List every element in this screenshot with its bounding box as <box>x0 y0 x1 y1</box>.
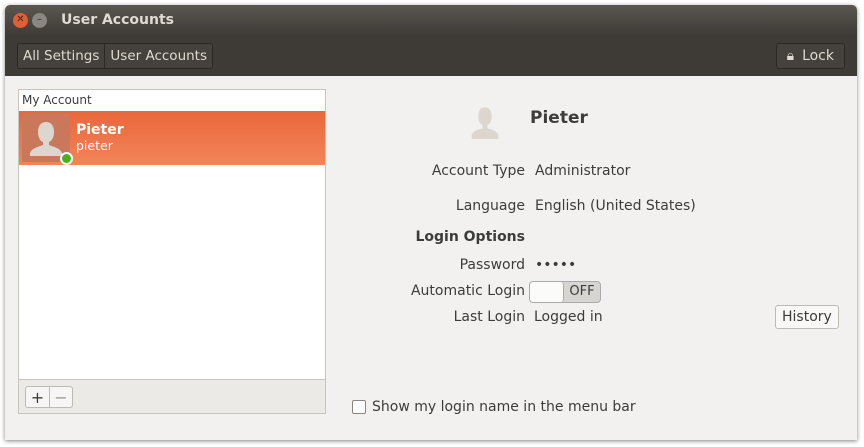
password-value[interactable]: ••••• <box>535 257 576 273</box>
show-login-name-label: Show my login name in the menu bar <box>372 399 636 415</box>
account-list-toolbar: + − <box>18 380 326 414</box>
account-list: My Account Pieter pieter <box>18 89 326 380</box>
online-status-icon <box>60 152 73 165</box>
language-label: Language <box>455 198 525 214</box>
breadcrumb-user-accounts[interactable]: User Accounts <box>105 44 212 68</box>
close-button[interactable]: ✕ <box>13 12 28 28</box>
lock-icon: 🔒︎ <box>786 47 795 64</box>
show-login-name-checkbox[interactable]: Show my login name in the menu bar <box>352 399 636 415</box>
user-full-name[interactable]: Pieter <box>530 108 588 128</box>
history-button[interactable]: History <box>775 305 839 329</box>
window-title: User Accounts <box>61 12 174 28</box>
toolbar: All Settings User Accounts 🔒︎ Lock <box>5 35 857 76</box>
account-type-label: Account Type <box>431 163 525 179</box>
language-value[interactable]: English (United States) <box>535 198 696 214</box>
breadcrumb: All Settings User Accounts <box>17 42 214 69</box>
account-list-header: My Account <box>22 93 92 107</box>
last-login-label: Last Login <box>453 309 525 325</box>
breadcrumb-all-settings[interactable]: All Settings <box>18 43 106 68</box>
toggle-state: OFF <box>569 284 595 299</box>
automatic-login-toggle[interactable]: OFF <box>529 281 601 303</box>
checkbox-box[interactable] <box>352 400 366 414</box>
lock-label: Lock <box>802 47 834 64</box>
password-label: Password <box>459 257 525 273</box>
automatic-login-label: Automatic Login <box>410 283 525 299</box>
user-login-name: pieter <box>76 138 113 153</box>
list-item-user[interactable]: Pieter pieter <box>19 111 325 165</box>
user-avatar-icon[interactable] <box>465 102 505 146</box>
last-login-value: Logged in <box>534 309 603 325</box>
login-options-heading: Login Options <box>415 229 525 245</box>
avatar <box>22 114 73 165</box>
add-user-button[interactable]: + <box>26 387 49 407</box>
minimize-button[interactable]: – <box>32 12 47 28</box>
user-display-name: Pieter <box>76 122 124 138</box>
title-bar: ✕ – User Accounts <box>5 5 857 35</box>
account-type-value[interactable]: Administrator <box>535 163 630 179</box>
remove-user-button[interactable]: − <box>49 387 72 407</box>
lock-button[interactable]: 🔒︎ Lock <box>775 42 845 69</box>
